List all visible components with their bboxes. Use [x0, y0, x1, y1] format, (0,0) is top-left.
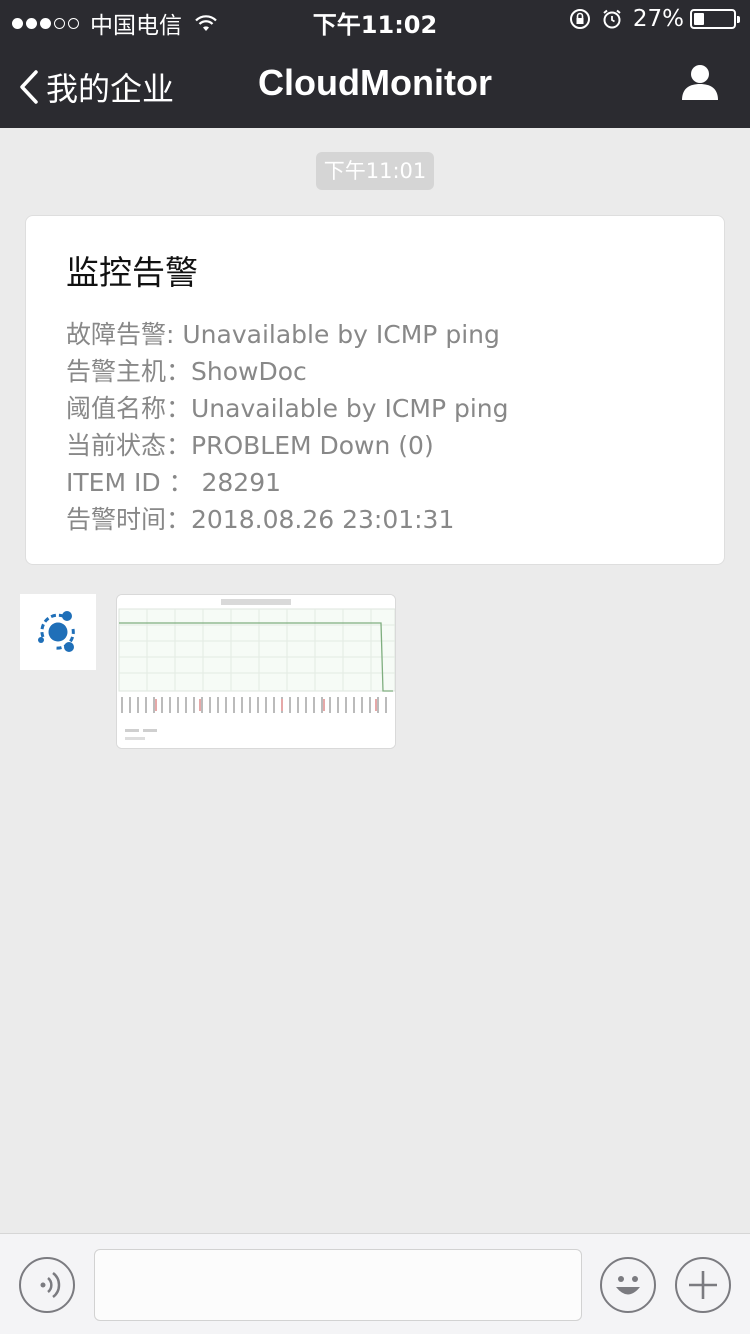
- alert-line: ITEM ID ： 28291: [66, 468, 282, 497]
- smiley-icon: [616, 1276, 640, 1295]
- alert-line: 告警时间：2018.08.26 23:01:31: [66, 505, 455, 534]
- status-right: 27%: [569, 6, 740, 32]
- alert-line: 当前状态：PROBLEM Down (0): [66, 431, 434, 460]
- alert-card[interactable]: 监控告警 故障告警: Unavailable by ICMP ping 告警主机…: [25, 215, 725, 565]
- alarm-icon: [603, 9, 621, 29]
- cloudmonitor-logo-icon: [38, 611, 75, 652]
- input-bar: [0, 1233, 750, 1334]
- orientation-lock-icon: [569, 9, 590, 29]
- alert-title: 监控告警: [66, 253, 198, 292]
- battery-icon: [690, 9, 740, 29]
- image-message[interactable]: [116, 594, 396, 749]
- alert-line: 故障告警: Unavailable by ICMP ping: [66, 320, 500, 349]
- plus-icon: [689, 1271, 717, 1299]
- profile-button[interactable]: [680, 62, 720, 106]
- message-input[interactable]: [94, 1249, 582, 1321]
- sender-avatar[interactable]: [20, 594, 96, 670]
- battery-percent: 27%: [632, 6, 684, 32]
- voice-button[interactable]: [19, 1257, 75, 1313]
- emoji-button[interactable]: [600, 1257, 656, 1313]
- nav-bar: 我的企业 CloudMonitor: [0, 40, 750, 128]
- status-bar: 中国电信 下午11:02 27%: [0, 0, 750, 40]
- alert-line: 阈值名称：Unavailable by ICMP ping: [66, 394, 509, 423]
- alert-line: 告警主机：ShowDoc: [66, 357, 307, 386]
- person-icon: [682, 65, 718, 100]
- graph-thumbnail: [117, 595, 395, 748]
- top-bar: 中国电信 下午11:02 27% 我的企业 CloudMonitor: [0, 0, 750, 128]
- message-timestamp: 下午11:01: [316, 152, 434, 190]
- plus-button[interactable]: [675, 1257, 731, 1313]
- page-title: CloudMonitor: [258, 62, 492, 103]
- voice-icon: [40, 1272, 61, 1298]
